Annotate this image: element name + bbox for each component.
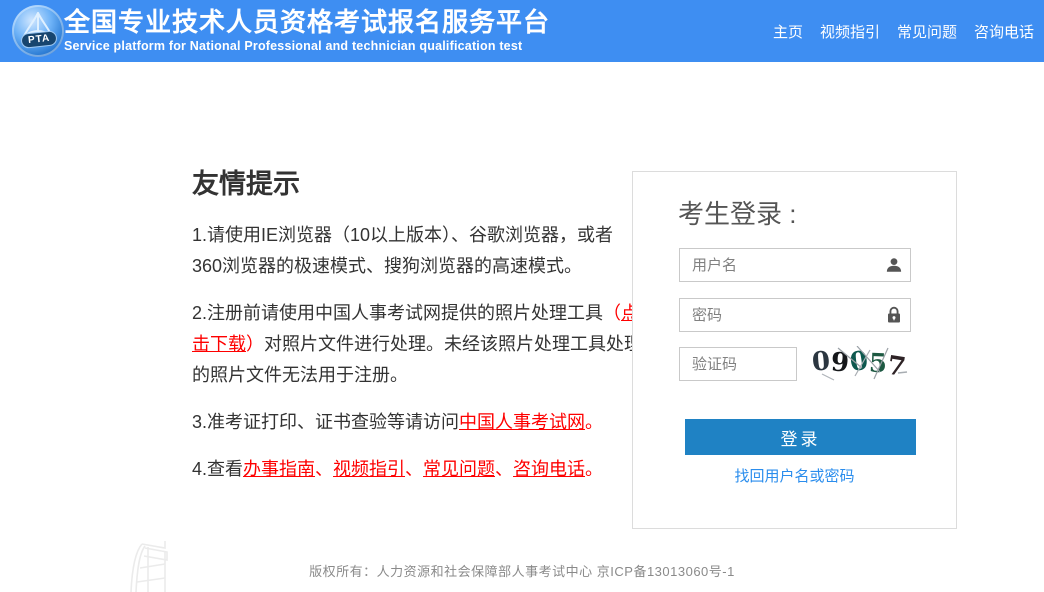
tip-text: 4.查看 [192, 459, 243, 479]
faq-link[interactable]: 常见问题 [423, 459, 495, 479]
video-guide-link[interactable]: 视频指引 [333, 459, 405, 479]
tip-cpta-site: 3.准考证打印、证书查验等请访问中国人事考试网。 [192, 407, 642, 438]
captcha-image[interactable]: 0 9 0 5 7 [810, 346, 911, 382]
nav-faq-link[interactable]: 常见问题 [897, 21, 957, 42]
forgot-wrap: 找回用户名或密码 [633, 465, 956, 486]
logo-text: PTA [20, 30, 58, 49]
footer-copyright: 版权所有：人力资源和社会保障部人事考试中心 京ICP备13013060号-1 [0, 561, 1044, 580]
tip-text: 1.请使用IE浏览器（10以上版本）、谷歌浏览器，或者360浏览器的极速模式、搜… [192, 225, 613, 276]
tip-paren-open: （ [603, 303, 621, 323]
separator: 、 [405, 459, 423, 479]
header-nav: 主页 视频指引 常见问题 咨询电话 [773, 0, 1034, 62]
nav-phone-link[interactable]: 咨询电话 [974, 21, 1034, 42]
nav-video-guide-link[interactable]: 视频指引 [820, 21, 880, 42]
password-input[interactable] [679, 298, 911, 332]
separator: 、 [495, 459, 513, 479]
password-field-wrap [679, 298, 911, 332]
tip-photo-tool: 2.注册前请使用中国人事考试网提供的照片处理工具（点击下载）对照片文件进行处理。… [192, 298, 642, 391]
header-bar: PTA 全国专业技术人员资格考试报名服务平台 Service platform … [0, 0, 1044, 62]
login-button[interactable]: 登录 [685, 419, 916, 455]
tip-resources: 4.查看办事指南、视频指引、常见问题、咨询电话。 [192, 454, 642, 485]
phone-link[interactable]: 咨询电话 [513, 459, 585, 479]
captcha-input[interactable] [679, 347, 797, 381]
tip-text: 2.注册前请使用中国人事考试网提供的照片处理工具 [192, 303, 603, 323]
separator: 、 [315, 459, 333, 479]
pta-logo[interactable]: PTA [12, 5, 64, 57]
nav-home-link[interactable]: 主页 [773, 21, 803, 42]
login-panel: 考生登录 : 0 9 0 5 7 [632, 171, 957, 529]
site-title: 全国专业技术人员资格考试报名服务平台 [64, 7, 550, 37]
captcha-noise-lines [810, 346, 911, 382]
forgot-credentials-link[interactable]: 找回用户名或密码 [734, 468, 854, 485]
site-subtitle: Service platform for National Profession… [64, 39, 550, 53]
tip-browser: 1.请使用IE浏览器（10以上版本）、谷歌浏览器，或者360浏览器的极速模式、搜… [192, 220, 642, 282]
tip-period: 。 [585, 412, 603, 432]
site-title-block: 全国专业技术人员资格考试报名服务平台 Service platform for … [64, 7, 550, 53]
cpta-site-link[interactable]: 中国人事考试网 [459, 412, 585, 432]
guide-link[interactable]: 办事指南 [243, 459, 315, 479]
login-heading: 考生登录 : [678, 194, 796, 231]
notice-section: 友情提示 1.请使用IE浏览器（10以上版本）、谷歌浏览器，或者360浏览器的极… [192, 162, 642, 501]
username-input[interactable] [679, 248, 911, 282]
tip-text: 3.准考证打印、证书查验等请访问 [192, 412, 459, 432]
captcha-field-wrap [679, 347, 797, 381]
tip-paren-close: ） [246, 334, 264, 354]
tip-period: 。 [585, 459, 603, 479]
notice-heading: 友情提示 [192, 162, 642, 201]
username-field-wrap [679, 248, 911, 282]
page: PTA 全国专业技术人员资格考试报名服务平台 Service platform … [0, 0, 1044, 592]
